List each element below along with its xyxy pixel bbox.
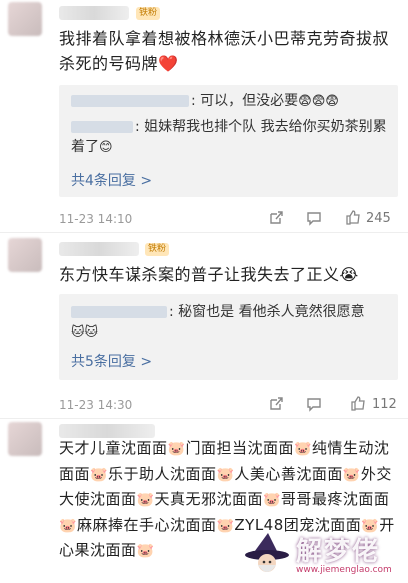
divider bbox=[0, 418, 408, 419]
like-count: 112 bbox=[372, 397, 397, 412]
site-watermark: 解梦佬 www.jiemenglao.com bbox=[240, 531, 400, 579]
heart-emoji: ❤️ bbox=[158, 54, 179, 73]
pig-emoji: 🐷 bbox=[216, 517, 235, 534]
pig-emoji: 🐷 bbox=[90, 466, 108, 483]
pig-emoji: 🐷 bbox=[136, 543, 155, 559]
username[interactable] bbox=[59, 6, 129, 20]
username[interactable] bbox=[59, 242, 139, 256]
wizard-logo-icon bbox=[245, 533, 289, 572]
comment-icon[interactable] bbox=[306, 210, 322, 226]
divider bbox=[0, 232, 408, 233]
reply-username[interactable] bbox=[71, 306, 167, 318]
watermark-brand: 解梦佬 bbox=[296, 537, 381, 567]
pig-emoji: 🐷 bbox=[136, 492, 155, 508]
reply-username[interactable] bbox=[71, 95, 189, 107]
avatar[interactable] bbox=[8, 422, 42, 456]
fan-badge: 铁粉 bbox=[145, 243, 170, 256]
watermark-url: www.jiemenglao.com bbox=[296, 565, 392, 575]
comment-text: 我排着队拿着想被格林德沃小巴蒂克劳奇拔叔杀死的号码牌❤️ bbox=[59, 29, 390, 73]
comment-text: 东方快车谋杀案的普子让我失去了正义😭 bbox=[59, 265, 359, 284]
avatar[interactable] bbox=[8, 2, 42, 36]
avatar[interactable] bbox=[8, 238, 42, 272]
crying-emoji: 😭 bbox=[339, 265, 359, 284]
like-count: 245 bbox=[366, 211, 391, 226]
pig-emoji: 🐷 bbox=[262, 492, 281, 508]
fan-badge: 铁粉 bbox=[136, 7, 161, 20]
like-icon[interactable] bbox=[350, 395, 366, 411]
reply-box[interactable]: : 秘窗也是 看他杀人竟然很愿意 🐱🐱 共5条回复 > bbox=[59, 294, 398, 380]
pig-emoji: 🐷 bbox=[59, 517, 77, 534]
comment-time: 11-23 14:10 bbox=[59, 212, 133, 226]
pig-emoji: 🐷 bbox=[293, 441, 312, 457]
share-icon[interactable] bbox=[268, 210, 284, 226]
pig-emoji: 🐷 bbox=[216, 466, 235, 483]
share-icon[interactable] bbox=[268, 396, 284, 412]
comment-icon[interactable] bbox=[306, 396, 322, 412]
more-replies-link[interactable]: 共4条回复 > bbox=[71, 171, 152, 191]
reply-item: : 可以，但没必要😨😨😨 bbox=[71, 91, 388, 112]
like-icon[interactable] bbox=[345, 209, 361, 225]
reply-username[interactable] bbox=[71, 121, 133, 133]
more-replies-link[interactable]: 共5条回复 > bbox=[71, 352, 152, 372]
reply-box[interactable]: : 可以，但没必要😨😨😨 : 姐妹帮我也排个队 我去给你买奶茶别累着了😊 共4条… bbox=[59, 85, 398, 197]
reply-item: : 姐妹帮我也排个队 我去给你买奶茶别累着了😊 bbox=[71, 119, 387, 155]
pig-emoji: 🐷 bbox=[167, 441, 186, 457]
pig-emoji: 🐷 bbox=[342, 466, 361, 483]
reply-item: : 秘窗也是 看他杀人竟然很愿意 🐱🐱 bbox=[71, 304, 365, 340]
comment-item: 铁粉 东方快车谋杀案的普子让我失去了正义😭 : 秘窗也是 看他杀人竟然很愿意 🐱… bbox=[0, 236, 408, 416]
comment-item: 铁粉 我排着队拿着想被格林德沃小巴蒂克劳奇拔叔杀死的号码牌❤️ : 可以，但没必… bbox=[0, 0, 408, 230]
comment-time: 11-23 14:30 bbox=[59, 398, 133, 412]
